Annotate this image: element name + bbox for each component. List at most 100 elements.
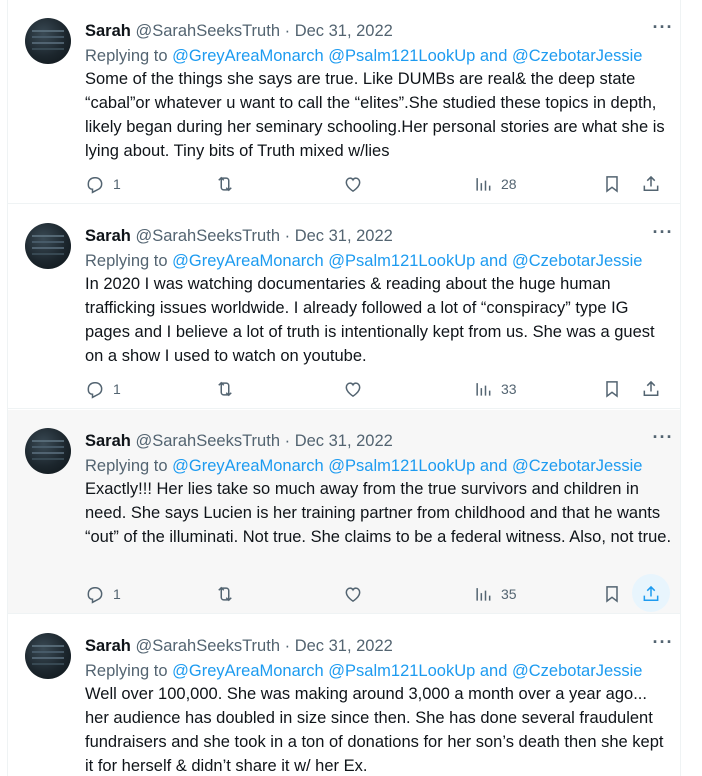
replying-to-label: Replying to xyxy=(85,47,173,65)
tweet-body: Sarah @SarahSeeksTruth · Dec 31, 2022 ··… xyxy=(85,428,675,612)
tweet-header: Sarah @SarahSeeksTruth · Dec 31, 2022 xyxy=(85,430,675,452)
reply-button[interactable]: 1 xyxy=(85,375,121,403)
tweet-date[interactable]: Dec 31, 2022 xyxy=(295,227,393,245)
tweet-date[interactable]: Dec 31, 2022 xyxy=(295,432,393,450)
heart-icon xyxy=(345,587,361,602)
author-name[interactable]: Sarah xyxy=(85,227,131,245)
mention-and[interactable]: and xyxy=(475,252,512,270)
mention-link[interactable]: @GreyAreaMonarch xyxy=(172,252,324,270)
tweet-actions: 1 28 xyxy=(85,170,675,198)
tweet-body: Sarah @SarahSeeksTruth · Dec 31, 2022 ··… xyxy=(85,633,675,776)
retweet-button[interactable] xyxy=(215,170,235,198)
mention-link[interactable]: @CzebotarJessie xyxy=(512,252,642,270)
share-button[interactable] xyxy=(641,375,661,403)
tweet-feed: Sarah @SarahSeeksTruth · Dec 31, 2022 ··… xyxy=(7,0,681,776)
author-name[interactable]: Sarah xyxy=(85,637,131,655)
tweet-text: Exactly!!! Her lies take so much away fr… xyxy=(85,480,672,546)
reply-button[interactable]: 1 xyxy=(85,580,121,608)
tweet-body: Sarah @SarahSeeksTruth · Dec 31, 2022 ··… xyxy=(85,223,675,399)
share-icon xyxy=(643,585,659,601)
reply-count: 1 xyxy=(113,381,121,397)
share-button[interactable] xyxy=(632,574,670,612)
avatar[interactable] xyxy=(25,428,71,474)
more-options-icon[interactable]: ··· xyxy=(651,18,675,42)
tweet-text: Well over 100,000. She was making around… xyxy=(85,685,664,775)
like-button[interactable] xyxy=(343,170,363,198)
replying-to: Replying to @GreyAreaMonarch @Psalm121Lo… xyxy=(85,45,675,67)
avatar[interactable] xyxy=(25,633,71,679)
tweet-actions: 1 35 xyxy=(85,574,675,612)
author-handle[interactable]: @SarahSeeksTruth xyxy=(135,22,280,40)
mention-link[interactable]: @GreyAreaMonarch xyxy=(172,47,324,65)
replying-to: Replying to @GreyAreaMonarch @Psalm121Lo… xyxy=(85,660,675,682)
tweet-text: In 2020 I was watching documentaries & r… xyxy=(85,275,655,365)
heart-icon xyxy=(345,382,361,397)
tweet[interactable]: Sarah @SarahSeeksTruth · Dec 31, 2022 ··… xyxy=(8,205,680,409)
bookmark-icon xyxy=(606,586,618,603)
more-options-icon[interactable]: ··· xyxy=(651,428,675,452)
mention-link[interactable]: @CzebotarJessie xyxy=(512,47,642,65)
retweet-icon xyxy=(218,176,232,192)
bookmark-button[interactable] xyxy=(602,580,622,608)
separator-dot: · xyxy=(284,22,291,40)
bookmark-icon xyxy=(606,381,618,398)
views-button[interactable]: 28 xyxy=(473,170,517,198)
reply-count: 1 xyxy=(113,176,121,192)
views-icon xyxy=(476,383,491,396)
reply-button[interactable]: 1 xyxy=(85,170,121,198)
mention-and[interactable]: and xyxy=(475,662,512,680)
replying-to-label: Replying to xyxy=(85,662,173,680)
separator-dot: · xyxy=(284,637,291,655)
replying-to-label: Replying to xyxy=(85,252,173,270)
share-icon xyxy=(643,175,659,191)
mention-and[interactable]: and xyxy=(475,457,512,475)
mention-and[interactable]: and xyxy=(475,47,512,65)
views-button[interactable]: 35 xyxy=(473,580,517,608)
views-icon xyxy=(476,588,491,601)
view-count: 35 xyxy=(501,586,517,602)
reply-icon xyxy=(87,587,103,604)
more-options-icon[interactable]: ··· xyxy=(651,223,675,247)
replying-to: Replying to @GreyAreaMonarch @Psalm121Lo… xyxy=(85,455,675,477)
author-name[interactable]: Sarah xyxy=(85,22,131,40)
like-button[interactable] xyxy=(343,580,363,608)
mention-link[interactable]: @Psalm121LookUp xyxy=(328,47,475,65)
author-handle[interactable]: @SarahSeeksTruth xyxy=(135,432,280,450)
reply-icon xyxy=(87,382,103,399)
mention-link[interactable]: @CzebotarJessie xyxy=(512,457,642,475)
bookmark-button[interactable] xyxy=(602,170,622,198)
like-button[interactable] xyxy=(343,375,363,403)
mention-link[interactable]: @GreyAreaMonarch xyxy=(172,662,324,680)
bookmark-button[interactable] xyxy=(602,375,622,403)
mention-link[interactable]: @GreyAreaMonarch xyxy=(172,457,324,475)
retweet-icon xyxy=(218,381,232,397)
avatar[interactable] xyxy=(25,223,71,269)
heart-icon xyxy=(345,177,361,192)
views-button[interactable]: 33 xyxy=(473,375,517,403)
more-options-icon[interactable]: ··· xyxy=(651,633,675,657)
tweet-body: Sarah @SarahSeeksTruth · Dec 31, 2022 ··… xyxy=(85,18,675,194)
author-name[interactable]: Sarah xyxy=(85,432,131,450)
tweet-date[interactable]: Dec 31, 2022 xyxy=(295,22,393,40)
replying-to: Replying to @GreyAreaMonarch @Psalm121Lo… xyxy=(85,250,675,272)
tweet[interactable]: Sarah @SarahSeeksTruth · Dec 31, 2022 ··… xyxy=(8,410,680,614)
retweet-button[interactable] xyxy=(215,375,235,403)
tweet[interactable]: Sarah @SarahSeeksTruth · Dec 31, 2022 ··… xyxy=(8,615,680,776)
avatar[interactable] xyxy=(25,18,71,64)
tweet-actions: 1 33 xyxy=(85,375,675,403)
mention-link[interactable]: @Psalm121LookUp xyxy=(328,252,475,270)
mention-link[interactable]: @CzebotarJessie xyxy=(512,662,642,680)
tweet[interactable]: Sarah @SarahSeeksTruth · Dec 31, 2022 ··… xyxy=(8,0,680,204)
share-button[interactable] xyxy=(641,170,661,198)
view-count: 28 xyxy=(501,176,517,192)
separator-dot: · xyxy=(284,227,291,245)
mention-link[interactable]: @Psalm121LookUp xyxy=(328,662,475,680)
retweet-button[interactable] xyxy=(215,580,235,608)
author-handle[interactable]: @SarahSeeksTruth xyxy=(135,227,280,245)
tweet-date[interactable]: Dec 31, 2022 xyxy=(295,637,393,655)
retweet-icon xyxy=(218,586,232,602)
view-count: 33 xyxy=(501,381,517,397)
tweet-text: Some of the things she says are true. Li… xyxy=(85,70,665,160)
mention-link[interactable]: @Psalm121LookUp xyxy=(328,457,475,475)
author-handle[interactable]: @SarahSeeksTruth xyxy=(135,637,280,655)
